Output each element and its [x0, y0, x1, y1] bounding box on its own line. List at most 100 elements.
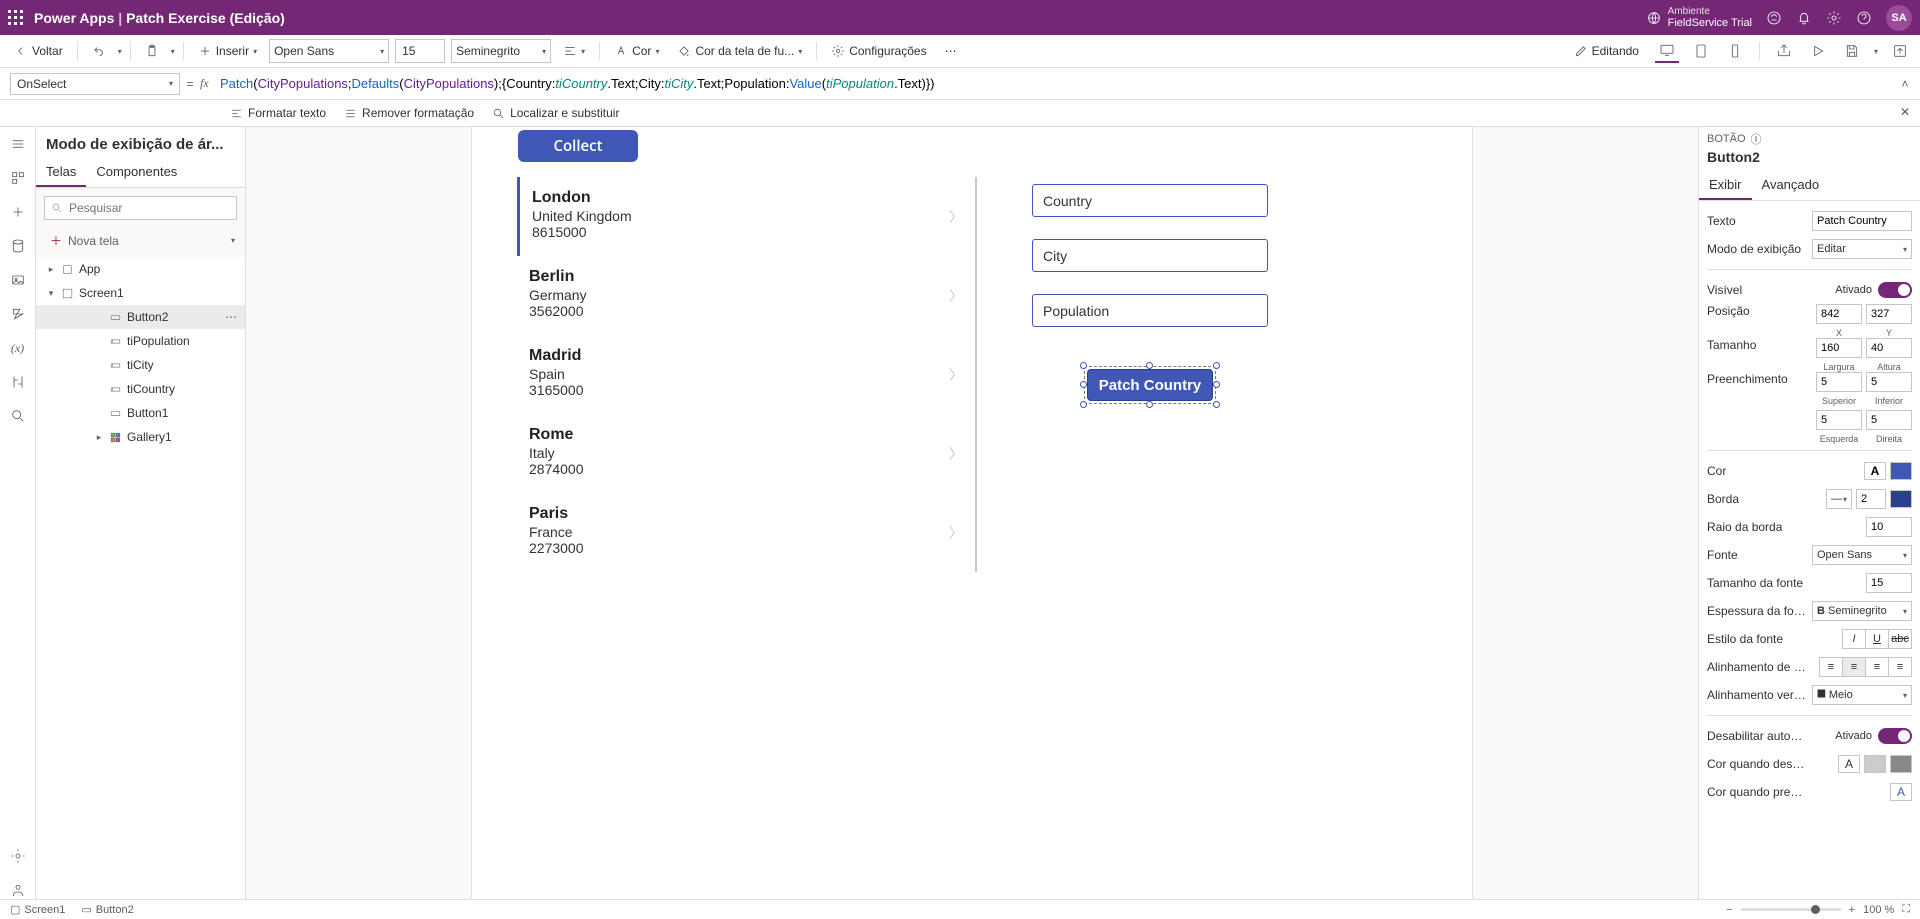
- prop-pad-right[interactable]: [1866, 410, 1912, 430]
- prop-fillcolor[interactable]: [1890, 462, 1912, 480]
- patch-button-selection[interactable]: Patch Country: [1087, 369, 1213, 401]
- view-phone-icon[interactable]: [1723, 39, 1747, 63]
- settings-button[interactable]: Configurações: [825, 41, 932, 61]
- find-replace-button[interactable]: Localizar e substituir: [492, 106, 619, 120]
- gallery[interactable]: LondonUnited Kingdom8615000〉BerlinGerman…: [517, 177, 977, 572]
- breadcrumb-control[interactable]: ▭ Button2: [81, 903, 133, 916]
- underline-toggle[interactable]: U: [1865, 629, 1889, 649]
- tab-components[interactable]: Componentes: [86, 158, 187, 187]
- chevron-right-icon[interactable]: 〉: [949, 444, 963, 464]
- tree-search[interactable]: [44, 196, 237, 220]
- align-right[interactable]: ≡: [1865, 657, 1889, 677]
- help-icon[interactable]: [1856, 10, 1872, 26]
- rail-tree-icon[interactable]: [9, 169, 27, 187]
- zoom-out[interactable]: −: [1726, 904, 1732, 916]
- breadcrumb-screen[interactable]: ▢ Screen1: [10, 903, 65, 916]
- tree-item-button1[interactable]: Button1: [36, 401, 245, 425]
- undo-dropdown[interactable]: ▾: [118, 47, 122, 56]
- rail-settings-icon[interactable]: [9, 847, 27, 865]
- insert-button[interactable]: Inserir ▾: [192, 41, 263, 61]
- prop-fontweight-select[interactable]: B Seminegrito▾: [1812, 601, 1912, 621]
- prop-displaymode-select[interactable]: Editar▾: [1812, 239, 1912, 259]
- prop-bordercolor[interactable]: [1890, 490, 1912, 508]
- prop-textalign-group[interactable]: ≡ ≡ ≡ ≡: [1820, 657, 1912, 677]
- patch-country-button[interactable]: Patch Country: [1087, 369, 1213, 401]
- view-monitor-icon[interactable]: [1655, 39, 1679, 63]
- info-icon[interactable]: ⓘ: [1751, 131, 1762, 147]
- rail-variables-icon[interactable]: (x): [9, 339, 27, 357]
- environment-picker[interactable]: Ambiente FieldService Trial: [1668, 6, 1752, 29]
- paste-dropdown[interactable]: ▾: [171, 47, 175, 56]
- notifications-icon[interactable]: [1796, 10, 1812, 26]
- rail-advanced-icon[interactable]: [9, 373, 27, 391]
- chevron-right-icon[interactable]: 〉: [949, 365, 963, 385]
- strike-toggle[interactable]: abc: [1888, 629, 1912, 649]
- prop-pad-bottom[interactable]: [1866, 372, 1912, 392]
- tree-item-gallery1[interactable]: ▸Gallery1: [36, 425, 245, 449]
- align-center[interactable]: ≡: [1842, 657, 1866, 677]
- user-avatar[interactable]: SA: [1886, 5, 1912, 31]
- zoom-fit[interactable]: ⛶: [1902, 903, 1910, 916]
- remove-format-button[interactable]: Remover formatação: [344, 106, 474, 120]
- tree-item-ticity[interactable]: tiCity: [36, 353, 245, 377]
- props-tab-advanced[interactable]: Avançado: [1752, 171, 1830, 200]
- prop-width-input[interactable]: [1816, 338, 1862, 358]
- fill-color-button[interactable]: Cor da tela de fu...▾: [671, 41, 808, 61]
- feedback-icon[interactable]: [1766, 10, 1782, 26]
- prop-font-select[interactable]: Open Sans▾: [1812, 545, 1912, 565]
- rail-virtual-agent-icon[interactable]: [9, 881, 27, 899]
- align-button[interactable]: ▾: [557, 41, 591, 61]
- preview-play-icon[interactable]: [1806, 39, 1830, 63]
- view-tablet-icon[interactable]: [1689, 39, 1713, 63]
- ti-population[interactable]: Population: [1032, 294, 1268, 327]
- zoom-slider[interactable]: [1741, 908, 1841, 911]
- tree-app-node[interactable]: ▸ App: [36, 257, 245, 281]
- prop-disabled-border[interactable]: [1890, 755, 1912, 773]
- new-screen-button[interactable]: ＋Nova tela▾: [36, 228, 245, 257]
- settings-gear-icon[interactable]: [1826, 10, 1842, 26]
- back-button[interactable]: Voltar: [8, 41, 69, 61]
- publish-icon[interactable]: [1888, 39, 1912, 63]
- prop-fontsize-input[interactable]: [1866, 573, 1912, 593]
- align-justify[interactable]: ≡: [1888, 657, 1912, 677]
- canvas-screen[interactable]: Collect LondonUnited Kingdom8615000〉Berl…: [472, 127, 1472, 899]
- property-selector[interactable]: OnSelect▾: [10, 73, 180, 95]
- prop-height-input[interactable]: [1866, 338, 1912, 358]
- font-color-button[interactable]: Cor▾: [608, 41, 665, 61]
- overflow-button[interactable]: ⋯: [939, 41, 963, 61]
- ti-country[interactable]: Country: [1032, 184, 1268, 217]
- formula-input[interactable]: Patch(CityPopulations;Defaults(CityPopul…: [220, 76, 1890, 92]
- save-icon[interactable]: [1840, 39, 1864, 63]
- prop-pad-top[interactable]: [1816, 372, 1862, 392]
- formula-expand-button[interactable]: ˄: [1890, 77, 1920, 91]
- prop-borderwidth[interactable]: [1856, 489, 1886, 509]
- gallery-item[interactable]: ParisFrance2273000〉: [517, 493, 971, 572]
- tab-screens[interactable]: Telas: [36, 158, 86, 187]
- gallery-item[interactable]: MadridSpain3165000〉: [517, 335, 971, 414]
- gallery-item[interactable]: RomeItaly2874000〉: [517, 414, 971, 493]
- format-text-button[interactable]: Formatar texto: [230, 106, 326, 120]
- rail-hamburger-icon[interactable]: [9, 135, 27, 153]
- prop-disabled-fontcolor[interactable]: A: [1838, 755, 1860, 773]
- chevron-right-icon[interactable]: 〉: [949, 207, 963, 227]
- prop-pad-left[interactable]: [1816, 410, 1862, 430]
- tree-item-ticountry[interactable]: tiCountry: [36, 377, 245, 401]
- italic-toggle[interactable]: I: [1842, 629, 1866, 649]
- gallery-item[interactable]: BerlinGermany3562000〉: [517, 256, 971, 335]
- zoom-in[interactable]: +: [1849, 904, 1855, 916]
- prop-valign-select[interactable]: ⯀ Meio▾: [1812, 685, 1912, 705]
- tree-item-tipopulation[interactable]: tiPopulation: [36, 329, 245, 353]
- prop-borderstyle[interactable]: —▾: [1826, 489, 1852, 509]
- align-left[interactable]: ≡: [1819, 657, 1843, 677]
- font-weight-select[interactable]: Seminegrito▾: [451, 39, 551, 63]
- prop-fontcolor[interactable]: A: [1864, 462, 1886, 480]
- props-tab-display[interactable]: Exibir: [1699, 171, 1752, 200]
- prop-y-input[interactable]: [1866, 304, 1912, 324]
- save-dropdown[interactable]: ▾: [1874, 47, 1878, 56]
- prop-disabled-fill[interactable]: [1864, 755, 1886, 773]
- app-launcher-icon[interactable]: [8, 10, 24, 26]
- paste-button[interactable]: [139, 41, 165, 61]
- share-icon[interactable]: [1772, 39, 1796, 63]
- chevron-right-icon[interactable]: 〉: [949, 286, 963, 306]
- rail-search-icon[interactable]: [9, 407, 27, 425]
